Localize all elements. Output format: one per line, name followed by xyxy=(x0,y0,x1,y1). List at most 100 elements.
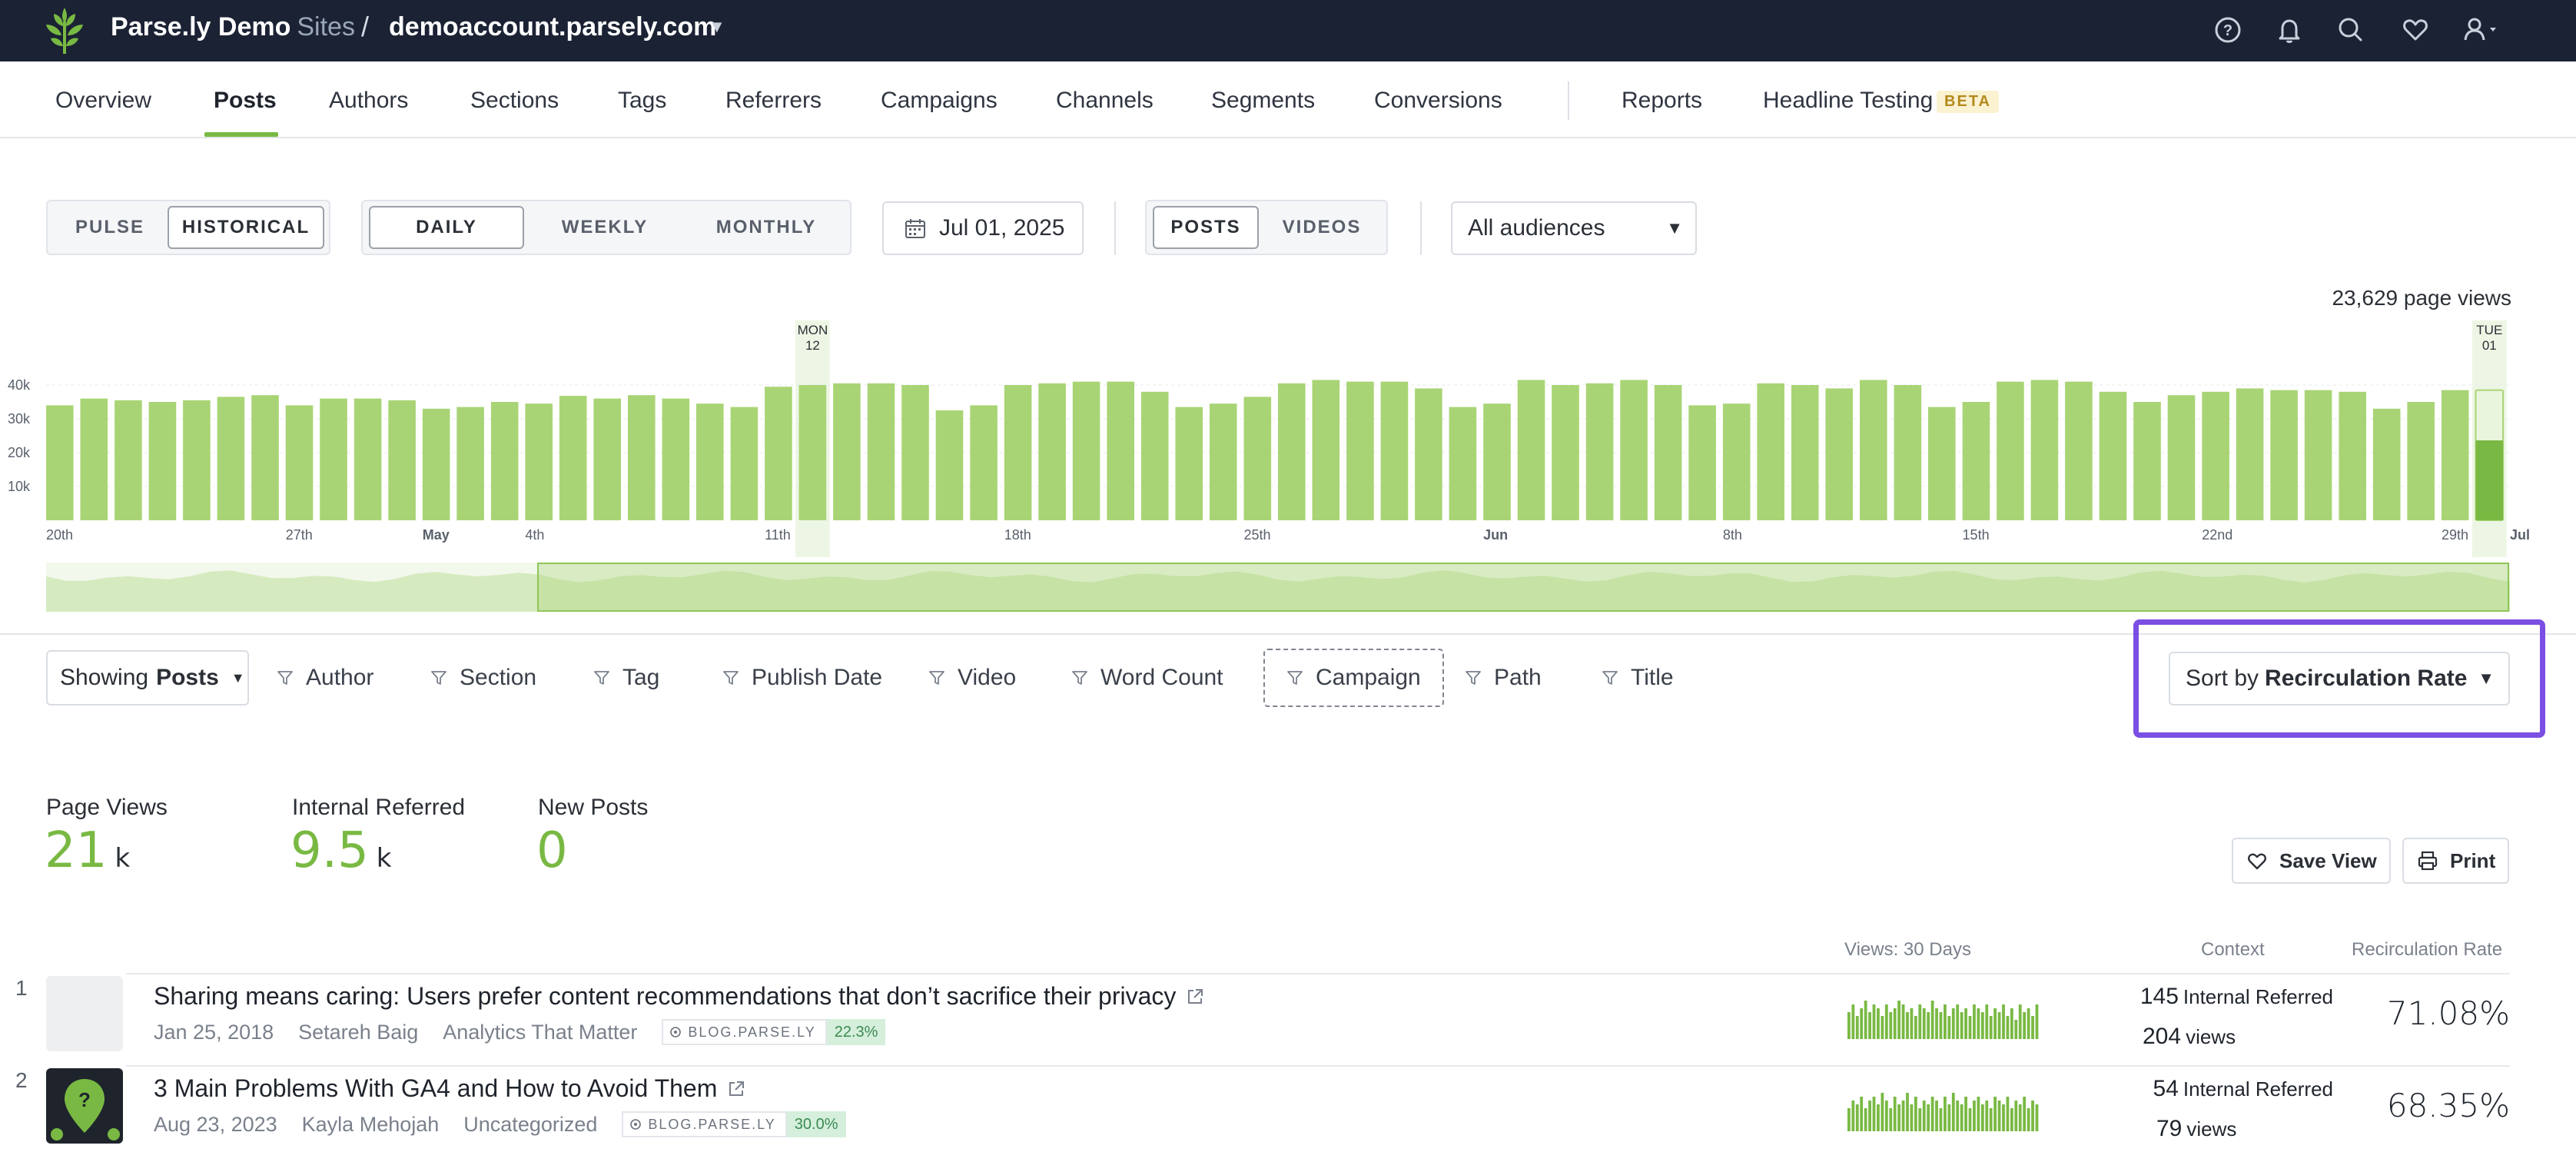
chart-bar[interactable] xyxy=(1038,383,1066,520)
chart-bar[interactable] xyxy=(354,398,382,520)
chart-bar[interactable] xyxy=(1825,388,1853,520)
chart-bar[interactable] xyxy=(1688,405,1716,520)
chart-bar[interactable] xyxy=(1312,380,1340,520)
chart-bar[interactable] xyxy=(867,383,895,520)
tab-segments[interactable]: Segments xyxy=(1211,88,1315,114)
chart-bar[interactable] xyxy=(80,398,108,520)
chart-bar[interactable] xyxy=(1552,385,1579,520)
post-section[interactable]: Analytics That Matter xyxy=(443,1021,637,1044)
user-menu-icon[interactable] xyxy=(2459,12,2505,48)
chart-bar[interactable] xyxy=(525,403,553,520)
filter-publish-date[interactable]: Publish Date xyxy=(722,661,882,695)
chart-bar[interactable] xyxy=(1140,391,1169,520)
pulse-button[interactable]: PULSE xyxy=(52,206,168,249)
account-selector[interactable]: demoaccount.parsely.com xyxy=(389,12,716,42)
chart-bar[interactable] xyxy=(1791,385,1819,520)
chart-bar[interactable] xyxy=(2236,388,2264,520)
search-icon[interactable] xyxy=(2333,12,2369,48)
help-icon[interactable]: ? xyxy=(2210,12,2246,48)
chart-bar[interactable] xyxy=(2030,380,2059,520)
chart-bar[interactable] xyxy=(628,395,656,520)
audience-select[interactable]: All audiences ▼ xyxy=(1451,201,1697,255)
chart-bar[interactable] xyxy=(696,403,724,520)
heart-icon[interactable] xyxy=(2398,12,2433,48)
column-views-header[interactable]: Views: 30 Days xyxy=(1844,939,1971,961)
tab-posts[interactable]: Posts xyxy=(214,88,277,114)
chart-bar[interactable] xyxy=(2304,390,2332,520)
chart-bar[interactable] xyxy=(935,410,964,520)
chart-bar[interactable] xyxy=(320,398,347,520)
tab-overview[interactable]: Overview xyxy=(55,88,151,114)
column-context-header[interactable]: Context xyxy=(2201,939,2265,961)
chart-bar[interactable] xyxy=(662,398,690,520)
chart-bar-current[interactable] xyxy=(2475,440,2504,520)
chart-bar[interactable] xyxy=(183,400,211,520)
views-sparkline[interactable] xyxy=(1847,996,2040,1039)
external-link-icon[interactable] xyxy=(726,1079,746,1099)
column-recirculation-header[interactable]: Recirculation Rate xyxy=(2352,939,2502,961)
videos-button[interactable]: VIDEOS xyxy=(1262,206,1382,249)
print-button[interactable]: Print xyxy=(2402,838,2510,884)
filter-title[interactable]: Title xyxy=(1602,661,1674,695)
post-thumbnail[interactable] xyxy=(46,976,123,1051)
tab-reports[interactable]: Reports xyxy=(1622,88,1702,114)
chart-bar[interactable] xyxy=(422,408,450,520)
save-view-button[interactable]: Save View xyxy=(2232,838,2391,884)
filter-author[interactable]: Author xyxy=(277,661,373,695)
bell-icon[interactable] xyxy=(2272,12,2307,48)
chart-bar[interactable] xyxy=(1415,388,1442,520)
chart-bar[interactable] xyxy=(1483,403,1511,520)
chart-bar[interactable] xyxy=(1517,380,1545,520)
chart-bar[interactable] xyxy=(285,405,314,520)
chart-bar[interactable] xyxy=(1894,385,1922,520)
chart-bar[interactable] xyxy=(1209,403,1237,520)
filter-section[interactable]: Section xyxy=(430,661,536,695)
chart-bar[interactable] xyxy=(2407,402,2435,520)
tab-conversions[interactable]: Conversions xyxy=(1374,88,1502,114)
minimap-selection[interactable] xyxy=(537,563,2509,612)
chart-bar[interactable] xyxy=(2441,390,2469,520)
chart-bar[interactable] xyxy=(2339,391,2366,520)
filter-tag[interactable]: Tag xyxy=(593,661,659,695)
chart-bar[interactable] xyxy=(1997,381,2024,520)
chart-bar[interactable] xyxy=(2133,402,2161,520)
chart-bar[interactable] xyxy=(1107,381,1134,520)
chart-bar[interactable] xyxy=(1380,381,1409,520)
chart-bar[interactable] xyxy=(1278,383,1306,520)
sort-select[interactable]: Sort by Recirculation Rate ▼ xyxy=(2169,652,2510,706)
chart-bar[interactable] xyxy=(970,405,998,520)
date-picker[interactable]: Jul 01, 2025 xyxy=(882,201,1084,255)
chart-bar[interactable] xyxy=(2099,391,2127,520)
tab-sections[interactable]: Sections xyxy=(470,88,559,114)
weekly-button[interactable]: WEEKLY xyxy=(527,206,682,249)
filter-video[interactable]: Video xyxy=(928,661,1016,695)
tab-tags[interactable]: Tags xyxy=(618,88,666,114)
post-thumbnail[interactable]: ? xyxy=(46,1068,123,1144)
showing-select[interactable]: Showing Posts ▼ xyxy=(46,650,249,706)
chart-bar[interactable] xyxy=(798,385,827,520)
chart-bar[interactable] xyxy=(1860,380,1887,520)
views-sparkline[interactable] xyxy=(1847,1088,2040,1131)
monthly-button[interactable]: MONTHLY xyxy=(685,206,847,249)
chart-bar[interactable] xyxy=(490,402,519,520)
tab-referrers[interactable]: Referrers xyxy=(725,88,822,114)
chart-bar[interactable] xyxy=(1449,407,1477,520)
chart-bar[interactable] xyxy=(1928,407,1956,520)
chart-bar[interactable] xyxy=(1962,402,1990,520)
chart-bar[interactable] xyxy=(2065,381,2093,520)
chart-bar[interactable] xyxy=(2167,395,2196,520)
chart-bar[interactable] xyxy=(1175,407,1203,520)
chart-range-navigator[interactable] xyxy=(46,563,2510,612)
posts-button[interactable]: POSTS xyxy=(1153,206,1259,249)
parsely-leaf-icon[interactable] xyxy=(40,5,89,55)
chart-bar[interactable] xyxy=(901,385,929,520)
post-section[interactable]: Uncategorized xyxy=(463,1113,597,1137)
filter-campaign[interactable]: Campaign xyxy=(1263,649,1444,707)
chart-bar[interactable] xyxy=(1585,383,1614,520)
daily-button[interactable]: DAILY xyxy=(369,206,524,249)
chart-bar[interactable] xyxy=(765,387,792,520)
chart-bar[interactable] xyxy=(1243,397,1272,520)
chart-bar[interactable] xyxy=(251,395,279,520)
chevron-down-icon[interactable]: ▼ xyxy=(709,17,725,37)
post-title-link[interactable]: 3 Main Problems With GA4 and How to Avoi… xyxy=(154,1074,746,1103)
